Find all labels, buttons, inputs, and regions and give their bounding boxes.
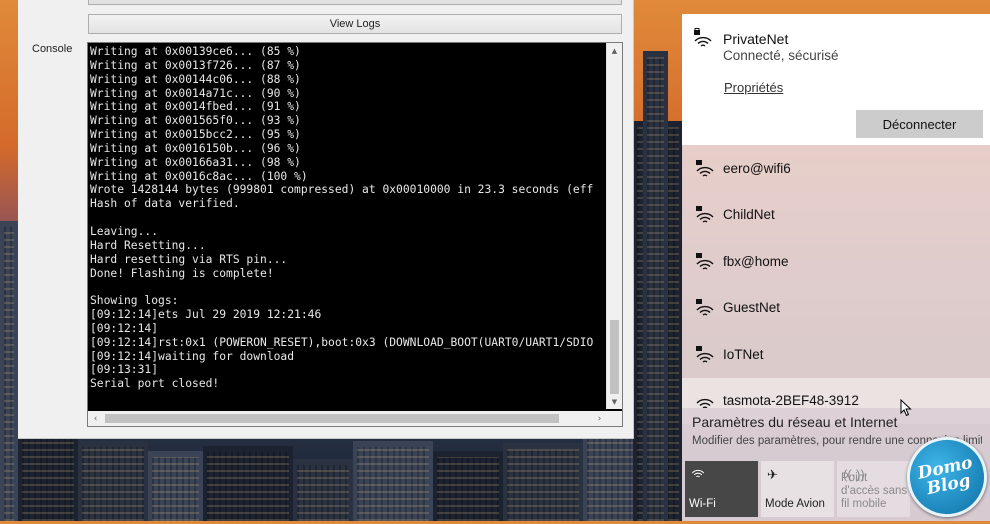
available-networks-list: eero@wifi6 ChildNet fbx@home GuestNet Io… [682,145,990,424]
network-item[interactable]: GuestNet [682,285,990,331]
airplane-icon: ✈ [767,467,778,482]
wifi-secured-icon [694,344,716,366]
scroll-down-arrow-icon[interactable]: ▼ [607,394,622,409]
vertical-scrollbar[interactable]: ▲ ▼ [606,43,622,409]
wifi-toggle-label: Wi-Fi [689,498,716,510]
connected-network-status: Connecté, sécurisé [723,48,839,63]
mobile-hotspot-label: Point d'accès sans fil mobile [841,472,908,510]
console-line: Writing at 0x0015bcc2... (95 %) [90,128,301,142]
scroll-left-arrow-icon[interactable]: ‹ [88,411,103,426]
network-name: ChildNet [723,207,775,222]
network-item[interactable]: fbx@home [682,239,990,285]
wifi-icon [691,467,705,482]
building [148,451,203,521]
network-name: tasmota-2BEF48-3912 [723,393,859,408]
horizontal-scroll-thumb[interactable] [105,414,559,423]
console-line: Serial port closed! [90,377,220,391]
console-line: Writing at 0x0014fbed... (91 %) [90,100,301,114]
console-line: Writing at 0x0013f726... (87 %) [90,58,301,72]
console-line: [09:12:14]rst:0x1 (POWERON_RESET),boot:0… [90,335,594,349]
wifi-secured-icon [694,251,716,273]
building [203,446,293,521]
mobile-hotspot-toggle[interactable]: ((·)) Point d'accès sans fil mobile [837,461,910,517]
network-item[interactable]: IoTNet [682,332,990,378]
view-logs-button[interactable]: View Logs [88,14,622,34]
network-name: GuestNet [723,300,781,315]
airplane-mode-label: Mode Avion [765,498,825,510]
wifi-secured-icon [694,158,716,180]
properties-link[interactable]: Propriétés [724,80,783,95]
console-line: Leaving... [90,224,159,238]
vertical-scroll-thumb[interactable] [610,320,619,394]
console-line: Hard Resetting... [90,238,206,252]
scroll-right-arrow-icon[interactable]: › [592,411,607,426]
wifi-toggle[interactable]: Wi-Fi [685,461,758,517]
console-line: Writing at 0x001565f0... (93 %) [90,114,301,128]
console-output[interactable]: Writing at 0x00139ce6... (85 %) Writing a… [87,42,623,427]
flasher-window: View Logs Console Writing at 0x00139ce6.… [18,0,634,439]
building [0,221,18,521]
building [643,51,668,521]
connected-network-name: PrivateNet [723,31,789,47]
network-name: IoTNet [723,347,764,362]
console-line: Hash of data verified. [90,197,240,211]
wifi-secured-icon [694,204,716,226]
building [433,451,503,521]
network-item[interactable]: ChildNet [682,192,990,238]
console-line: Wrote 1428144 bytes (999801 compressed) … [90,183,594,197]
building [18,431,78,521]
horizontal-scrollbar[interactable]: ‹ › [88,411,607,426]
building [353,441,433,521]
console-line: Writing at 0x0016c8ac... (100 %) [90,169,308,183]
top-button-edge[interactable] [88,0,622,5]
network-item[interactable]: eero@wifi6 [682,146,990,192]
console-line: Done! Flashing is complete! [90,266,274,280]
console-line: Writing at 0x0014a71c... (90 %) [90,86,301,100]
console-label: Console [32,43,73,55]
disconnect-button[interactable]: Déconnecter [856,110,983,138]
building [78,441,148,521]
console-line: [09:12:14]ets Jul 29 2019 12:21:46 [90,308,322,322]
wifi-secured-icon [692,28,714,50]
scrollbar-corner [607,411,622,426]
airplane-mode-toggle[interactable]: ✈ Mode Avion [761,461,834,517]
console-log-text: Writing at 0x00139ce6... (85 %) Writing a… [90,45,603,408]
wifi-secured-icon [694,297,716,319]
console-line: [09:13:31] [90,363,159,377]
network-name: eero@wifi6 [723,161,791,176]
network-name: fbx@home [723,254,789,269]
console-line: Writing at 0x00144c06... (88 %) [90,72,301,86]
connected-network-panel[interactable]: PrivateNet Connecté, sécurisé Propriétés… [682,14,990,145]
console-line: [09:12:14] [90,321,159,335]
console-line: Showing logs: [90,294,179,308]
building [503,443,583,521]
building [293,459,353,521]
console-line: Writing at 0x00139ce6... (85 %) [90,45,301,58]
console-line: Writing at 0x0016150b... (96 %) [90,141,301,155]
console-line: Hard resetting via RTS pin... [90,252,288,266]
console-line: Writing at 0x00166a31... (98 %) [90,155,301,169]
scroll-up-arrow-icon[interactable]: ▲ [607,43,622,58]
console-line: [09:12:14]waiting for download [90,349,295,363]
network-settings-link[interactable]: Paramètres du réseau et Internet [692,414,897,430]
